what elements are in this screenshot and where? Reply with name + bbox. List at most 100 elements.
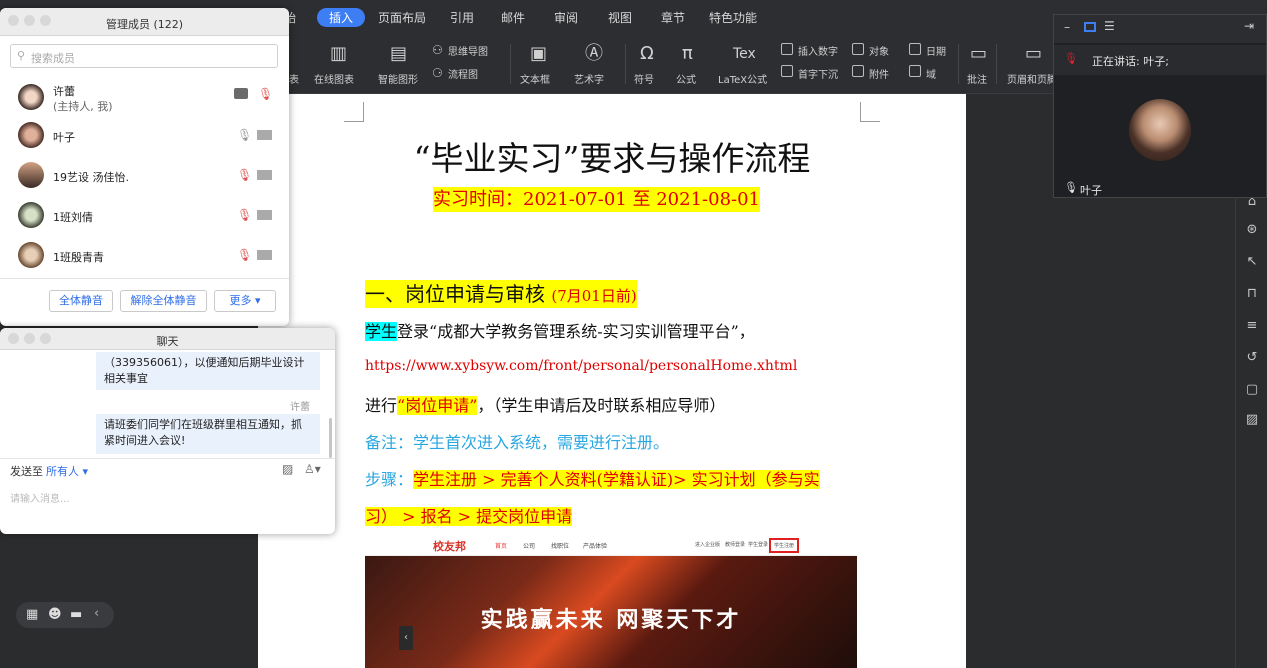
window-icon[interactable] bbox=[1084, 22, 1096, 32]
online-chart-button[interactable]: 在线图表 bbox=[314, 71, 354, 86]
steps-line-1: 步骤：学生注册 > 完善个人资料(学籍认证)> 实习计划（参与实 bbox=[365, 466, 820, 490]
header-footer-button[interactable]: 页眉和页脚 bbox=[1007, 71, 1057, 86]
corner-mark bbox=[860, 102, 880, 122]
emoji-icon[interactable]: ☻ bbox=[48, 607, 62, 622]
member-name: 许蕾 bbox=[53, 85, 75, 98]
pointer-icon[interactable]: ↖ bbox=[1245, 254, 1259, 269]
attachment-button[interactable]: 附件 bbox=[869, 66, 889, 81]
mic-muted-icon: 🎙 bbox=[1064, 52, 1078, 65]
tab-view[interactable]: 视图 bbox=[608, 9, 632, 26]
banner-nav-item: 产品体验 bbox=[583, 543, 608, 550]
wordart-button[interactable]: 艺术字 bbox=[574, 71, 604, 86]
omega-icon: Ω bbox=[640, 43, 654, 64]
chart-button[interactable]: 表 bbox=[289, 71, 299, 86]
video-titlebar: – ☰ ⇥ bbox=[1054, 15, 1266, 43]
textbox-button[interactable]: 文本框 bbox=[520, 71, 550, 86]
grid-icon[interactable]: ▦ bbox=[26, 607, 38, 622]
contact-icon[interactable]: ▢ bbox=[1245, 382, 1259, 397]
video-panel: – ☰ ⇥ 🎙 正在讲话: 叶子; 🎙 叶子 bbox=[1053, 14, 1267, 198]
image-icon[interactable]: ▨ bbox=[1245, 412, 1259, 427]
unmute-all-button[interactable]: 解除全体静音 bbox=[120, 290, 207, 312]
lock-icon[interactable]: ⊓ bbox=[1245, 286, 1259, 301]
chat-message: 请班委们同学们在班级群里相互通知，抓紧时间进入会议! bbox=[96, 414, 320, 454]
tab-layout[interactable]: 页面布局 bbox=[378, 9, 426, 26]
more-button[interactable]: 更多 ▾ bbox=[214, 290, 276, 312]
login-line: 学生登录“成都大学教务管理系统-实习实训管理平台”， bbox=[365, 318, 755, 342]
date-button[interactable]: 日期 bbox=[926, 43, 946, 58]
members-titlebar: 管理成员 (122) bbox=[0, 8, 289, 36]
tab-chapter[interactable]: 章节 bbox=[661, 9, 685, 26]
mute-all-button[interactable]: 全体静音 bbox=[49, 290, 113, 312]
steps-text-2: 习） > 报名 > 提交岗位申请 bbox=[365, 507, 573, 526]
internship-time: 实习时间：2021-07-01 至 2021-08-01 bbox=[433, 185, 761, 212]
mic-icon[interactable]: 🎙 bbox=[237, 128, 252, 142]
settings-icon[interactable]: ⊛ bbox=[1245, 222, 1259, 237]
mic-muted-icon[interactable]: 🎙 bbox=[258, 87, 273, 101]
flowchart-button[interactable]: 流程图 bbox=[448, 66, 478, 81]
tab-reference[interactable]: 引用 bbox=[450, 9, 474, 26]
camera-off-icon[interactable] bbox=[257, 250, 272, 260]
collapse-icon[interactable]: ⇥ bbox=[1244, 19, 1254, 33]
member-row[interactable]: 叶子 🎙 bbox=[0, 118, 289, 158]
url-link[interactable]: https://www.xybsyw.com/front/personal/pe… bbox=[365, 358, 797, 374]
login-text: 登录“成都大学教务管理系统-实习实训管理平台”， bbox=[397, 322, 755, 341]
search-input[interactable]: ⚲ 搜索成员 bbox=[10, 44, 278, 68]
smart-shape-button[interactable]: 智能图形 bbox=[378, 71, 418, 86]
tab-mail[interactable]: 邮件 bbox=[501, 9, 525, 26]
history-icon[interactable]: ↺ bbox=[1245, 350, 1259, 365]
apply-after-text: ，（学生申请后及时联系相应导师） bbox=[477, 396, 726, 415]
menu-icon[interactable]: ☰ bbox=[1104, 19, 1115, 33]
send-to-label: 发送至 bbox=[10, 465, 43, 478]
textbox-icon: ▣ bbox=[530, 43, 548, 64]
document-page[interactable]: “毕业实习”要求与操作流程 实习时间：2021-07-01 至 2021-08-… bbox=[258, 94, 966, 668]
member-row[interactable]: 19艺设 汤佳怡. 🎙 bbox=[0, 158, 289, 198]
members-panel: 管理成员 (122) ⚲ 搜索成员 许蕾 (主持人, 我) 🎙 叶子 🎙 19艺… bbox=[0, 8, 289, 326]
symbol-button[interactable]: 符号 bbox=[634, 71, 654, 86]
object-button[interactable]: 对象 bbox=[869, 43, 889, 58]
camera-off-icon[interactable] bbox=[257, 130, 272, 140]
camera-off-icon[interactable] bbox=[257, 170, 272, 180]
section-heading: 一、岗位申请与审核 (7月01日前) bbox=[365, 278, 637, 308]
image-icon[interactable]: ▨ bbox=[282, 462, 293, 476]
mindmap-button[interactable]: 思维导图 bbox=[448, 43, 488, 58]
object-icon bbox=[852, 43, 864, 55]
comment-button[interactable]: 批注 bbox=[967, 71, 987, 86]
send-to-select[interactable]: 所有人 ▾ bbox=[46, 463, 88, 479]
formula-button[interactable]: 公式 bbox=[676, 71, 696, 86]
mic-muted-icon[interactable]: 🎙 bbox=[237, 208, 252, 222]
member-row[interactable]: 1班刘倩 🎙 bbox=[0, 198, 289, 238]
message-input[interactable]: 请输入消息... bbox=[10, 490, 70, 505]
insert-number-icon bbox=[781, 43, 793, 55]
speaking-bar: 🎙 正在讲话: 叶子; bbox=[1054, 45, 1266, 75]
latex-button[interactable]: LaTeX公式 bbox=[718, 71, 767, 86]
member-row[interactable]: 许蕾 (主持人, 我) 🎙 bbox=[0, 78, 289, 118]
member-name: 叶子 bbox=[53, 131, 75, 144]
scrollbar[interactable] bbox=[329, 418, 332, 458]
video-name: 叶子 bbox=[1080, 184, 1102, 197]
divider bbox=[996, 44, 997, 84]
insert-number-button[interactable]: 插入数字 bbox=[798, 43, 838, 58]
mention-icon[interactable]: ♙▾ bbox=[304, 462, 321, 476]
tab-insert[interactable]: 插入 bbox=[317, 8, 366, 27]
chat-message: （339356061），以便通知后期毕业设计相关事宜 bbox=[96, 352, 320, 390]
online-chart-icon: ▥ bbox=[330, 43, 348, 64]
banner-logo: 校友邦 bbox=[433, 540, 466, 553]
chat-icon[interactable]: ▬ bbox=[70, 607, 82, 622]
mic-muted-icon[interactable]: 🎙 bbox=[237, 248, 252, 262]
sliders-icon[interactable]: ≡ bbox=[1245, 318, 1259, 333]
avatar bbox=[18, 162, 44, 188]
website-screenshot: 校友邦 首页 公司 找职位 产品体验 进入企业版 教师登录 学生登录 学生注册 … bbox=[365, 534, 857, 668]
banner-nav: 校友邦 首页 公司 找职位 产品体验 进入企业版 教师登录 学生登录 学生注册 bbox=[365, 534, 857, 556]
dropcap-button[interactable]: 首字下沉 bbox=[798, 66, 838, 81]
member-name: 19艺设 汤佳怡. bbox=[53, 171, 129, 184]
field-button[interactable]: 域 bbox=[926, 66, 936, 81]
dropcap-icon bbox=[781, 65, 793, 77]
chevron-left-icon[interactable]: ‹ bbox=[94, 606, 99, 621]
minimize-icon[interactable]: – bbox=[1064, 20, 1070, 34]
tab-review[interactable]: 审阅 bbox=[554, 9, 578, 26]
section-title: 一、岗位申请与审核 bbox=[365, 282, 545, 306]
tab-features[interactable]: 特色功能 bbox=[709, 9, 757, 26]
member-row[interactable]: 1班殷青青 🎙 bbox=[0, 238, 289, 278]
camera-off-icon[interactable] bbox=[257, 210, 272, 220]
mic-muted-icon[interactable]: 🎙 bbox=[237, 168, 252, 182]
